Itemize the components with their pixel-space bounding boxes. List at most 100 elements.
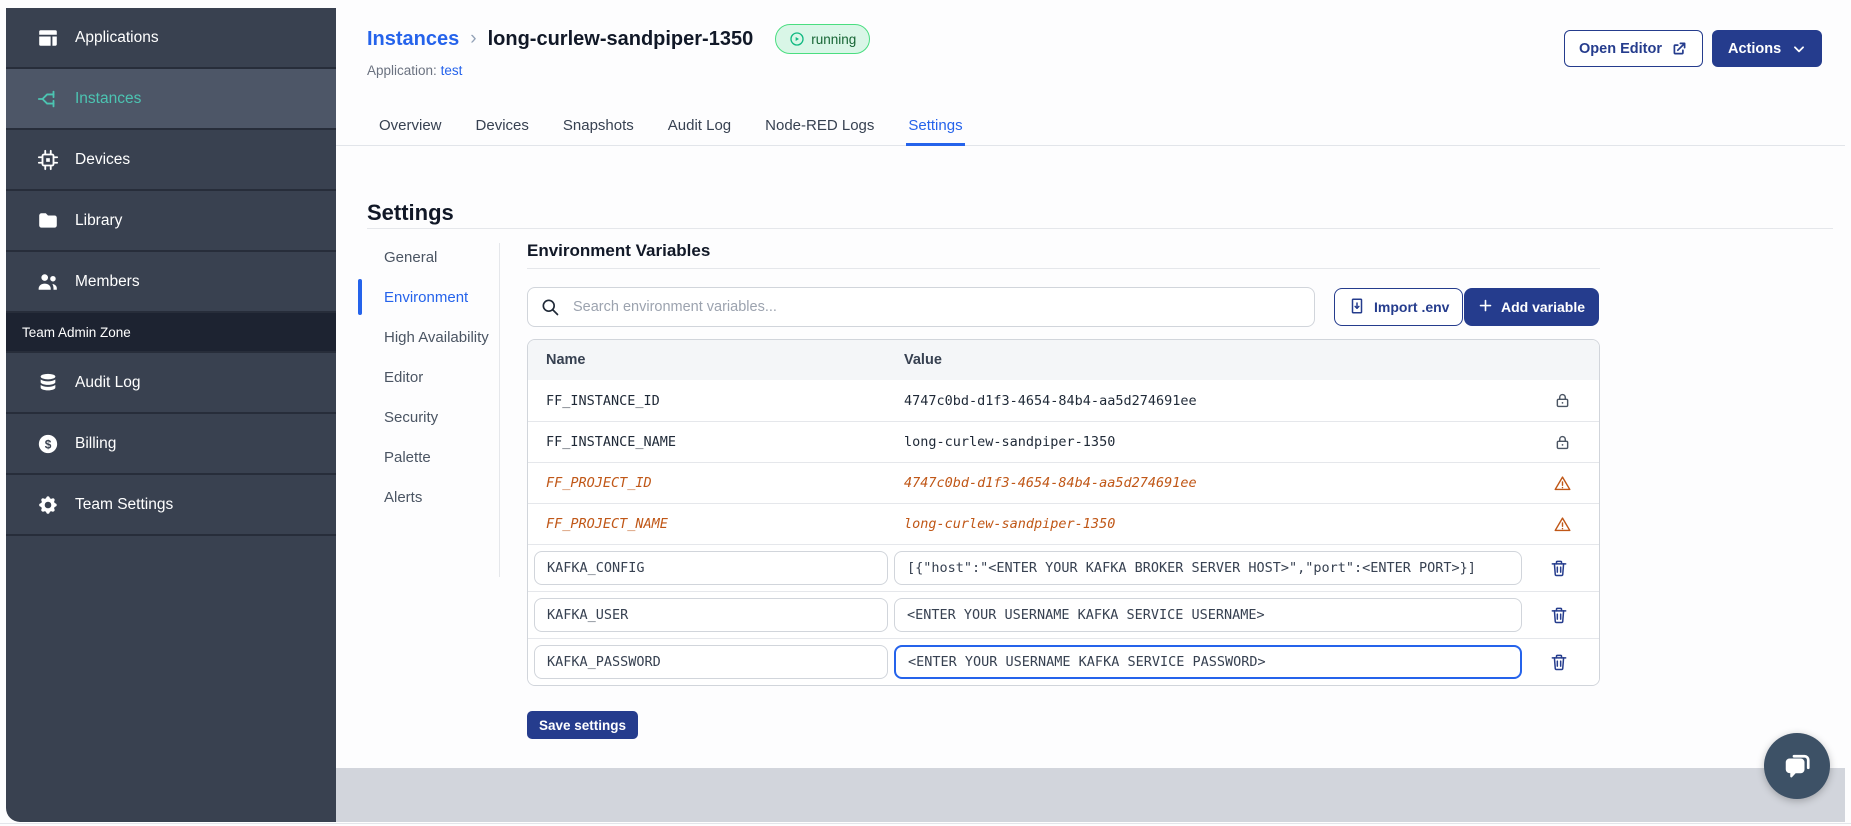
env-name-input[interactable]	[534, 645, 888, 679]
table-header: Name Value	[528, 340, 1599, 380]
import-env-label: Import .env	[1374, 299, 1450, 315]
save-settings-button[interactable]: Save settings	[527, 711, 639, 739]
window-bottom-edge	[0, 823, 1851, 824]
sidebar-item-instances[interactable]: Instances	[6, 69, 336, 130]
add-variable-button[interactable]: Add variable	[1464, 288, 1600, 326]
tab-snapshots[interactable]: Snapshots	[561, 111, 636, 146]
breadcrumb-separator: ›	[470, 28, 477, 49]
env-panel-title: Environment Variables	[527, 241, 711, 260]
env-value-input[interactable]	[894, 551, 1522, 585]
env-var-name: FF_PROJECT_ID	[546, 475, 652, 491]
footer-band	[336, 768, 1845, 822]
delete-variable-button[interactable]	[1549, 558, 1569, 578]
env-var-name: FF_INSTANCE_NAME	[546, 434, 677, 450]
folder-icon	[37, 210, 59, 232]
sidebar-item-label: Applications	[75, 28, 159, 46]
tab-bar: Overview Devices Snapshots Audit Log Nod…	[336, 112, 1845, 146]
gear-icon	[37, 494, 59, 516]
users-icon	[37, 271, 59, 293]
settings-title: Settings	[367, 200, 454, 226]
table-row	[528, 544, 1599, 591]
tab-overview[interactable]: Overview	[377, 111, 444, 146]
applications-icon	[37, 27, 59, 49]
chat-bubbles-icon	[1779, 748, 1815, 784]
delete-variable-button[interactable]	[1549, 652, 1569, 672]
application-line: Application: test	[367, 63, 462, 78]
search-icon	[540, 297, 560, 317]
actions-button[interactable]: Actions	[1712, 30, 1823, 67]
env-panel-divider	[527, 268, 1600, 269]
sidebar: Applications Instances Devices Library M…	[6, 8, 336, 822]
database-icon	[37, 372, 59, 394]
env-value-input-focused[interactable]	[894, 645, 1522, 679]
sidebar-item-devices[interactable]: Devices	[6, 130, 336, 191]
lock-icon	[1553, 391, 1572, 410]
sidebar-item-billing[interactable]: $ Billing	[6, 414, 336, 475]
tab-devices[interactable]: Devices	[474, 111, 531, 146]
status-badge: running	[775, 24, 871, 54]
env-var-name: FF_INSTANCE_ID	[546, 392, 660, 409]
env-value-input[interactable]	[894, 598, 1522, 632]
env-var-value: long-curlew-sandpiper-1350	[904, 516, 1116, 532]
actions-label: Actions	[1728, 40, 1782, 57]
settings-divider	[367, 228, 1833, 229]
table-row	[528, 591, 1599, 638]
sidebar-item-label: Instances	[75, 89, 142, 107]
sidebar-item-label: Members	[75, 272, 140, 290]
sidebar-item-label: Billing	[75, 434, 117, 452]
env-name-input[interactable]	[534, 598, 888, 632]
warning-triangle-icon	[1553, 474, 1572, 493]
open-editor-label: Open Editor	[1579, 40, 1662, 57]
dollar-icon: $	[37, 433, 59, 455]
subnav-item-high-availability[interactable]: High Availability	[367, 327, 489, 348]
application-link[interactable]: test	[441, 63, 463, 78]
external-link-icon	[1671, 40, 1688, 57]
breadcrumb-instances-link[interactable]: Instances	[367, 28, 459, 51]
sidebar-item-library[interactable]: Library	[6, 191, 336, 252]
table-row: FF_INSTANCE_NAME long-curlew-sandpiper-1…	[528, 421, 1599, 462]
tab-node-red-logs[interactable]: Node-RED Logs	[763, 111, 876, 146]
sidebar-item-team-settings[interactable]: Team Settings	[6, 475, 336, 536]
sidebar-item-members[interactable]: Members	[6, 252, 336, 313]
subnav-item-environment[interactable]: Environment	[358, 279, 489, 315]
env-var-value: long-curlew-sandpiper-1350	[904, 434, 1116, 450]
table-row: FF_PROJECT_ID 4747c0bd-d1f3-4654-84b4-aa…	[528, 462, 1599, 503]
subnav-item-security[interactable]: Security	[367, 407, 489, 428]
subnav-item-alerts[interactable]: Alerts	[367, 487, 489, 508]
settings-subnav: General Environment High Availability Ed…	[358, 247, 489, 527]
chip-icon	[37, 149, 59, 171]
sidebar-item-applications[interactable]: Applications	[6, 8, 336, 69]
env-variables-table: Name Value FF_INSTANCE_ID 4747c0bd-d1f3-…	[527, 339, 1600, 686]
env-var-value: 4747c0bd-d1f3-4654-84b4-aa5d274691ee	[904, 392, 1197, 409]
env-name-input[interactable]	[534, 551, 888, 585]
application-label: Application:	[367, 63, 437, 78]
sidebar-section-team-admin-zone: Team Admin Zone	[6, 313, 336, 353]
column-header-value: Value	[904, 352, 942, 368]
table-row: FF_PROJECT_NAME long-curlew-sandpiper-13…	[528, 503, 1599, 544]
chat-widget-button[interactable]	[1764, 733, 1830, 799]
column-header-name: Name	[546, 352, 586, 368]
sidebar-item-label: Team Settings	[75, 495, 174, 513]
breadcrumb: Instances › long-curlew-sandpiper-1350 r…	[367, 24, 871, 54]
sidebar-item-audit-log[interactable]: Audit Log	[6, 353, 336, 414]
search-input[interactable]	[571, 298, 1302, 316]
tab-audit-log[interactable]: Audit Log	[666, 111, 733, 146]
sidebar-section-label: Team Admin Zone	[22, 324, 131, 340]
import-env-button[interactable]: Import .env	[1334, 288, 1464, 326]
play-circle-icon	[789, 31, 805, 47]
svg-text:$: $	[45, 437, 52, 451]
subnav-item-editor[interactable]: Editor	[367, 367, 489, 388]
env-search	[527, 287, 1315, 327]
subnav-item-palette[interactable]: Palette	[367, 447, 489, 468]
delete-variable-button[interactable]	[1549, 605, 1569, 625]
add-variable-label: Add variable	[1501, 299, 1586, 315]
page-title: long-curlew-sandpiper-1350	[487, 27, 754, 50]
app-window: Applications Instances Devices Library M…	[0, 0, 1851, 826]
subnav-item-general[interactable]: General	[367, 247, 489, 268]
subnav-divider	[499, 243, 500, 577]
tab-settings[interactable]: Settings	[906, 111, 965, 146]
env-var-value: 4747c0bd-d1f3-4654-84b4-aa5d274691ee	[904, 475, 1197, 491]
open-editor-button[interactable]: Open Editor	[1564, 30, 1703, 67]
sidebar-item-label: Audit Log	[75, 373, 141, 391]
sidebar-item-label: Devices	[75, 150, 131, 168]
